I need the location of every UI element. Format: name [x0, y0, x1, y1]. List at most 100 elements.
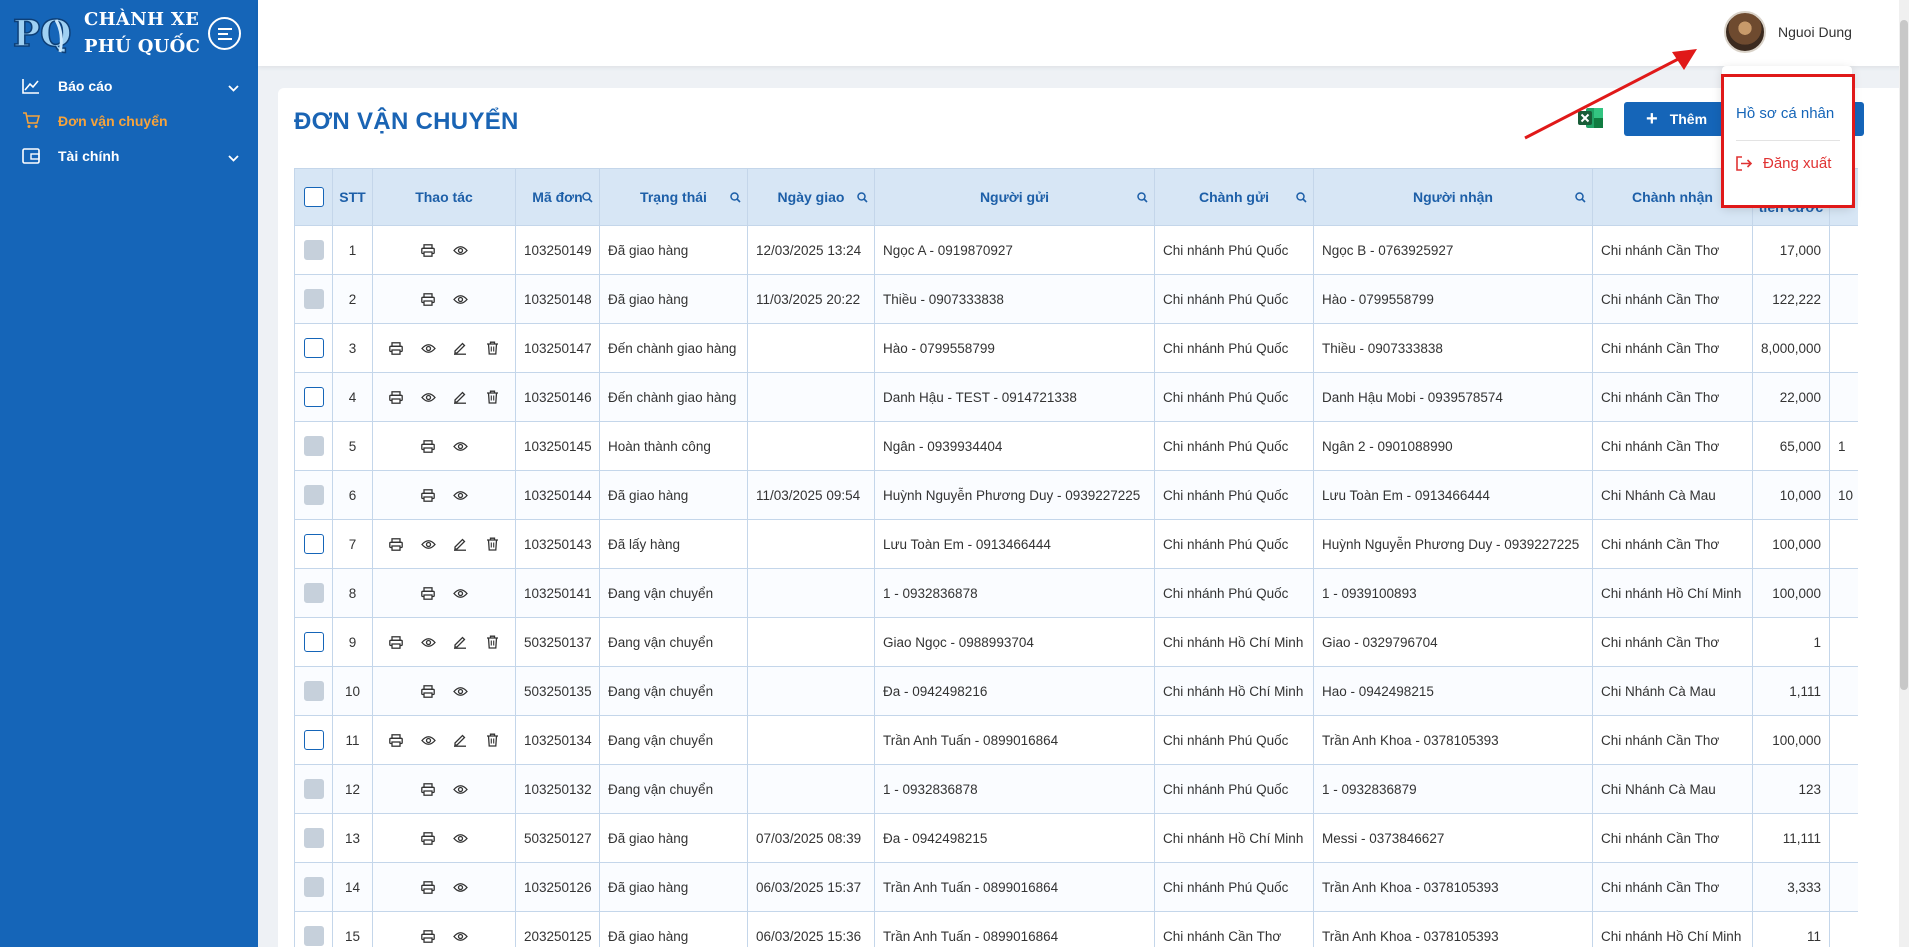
- table-row[interactable]: 13 503250127 Đã giao hàng 07/03/2025 08:39 Đ…: [294, 813, 1858, 863]
- row-checkbox[interactable]: [303, 632, 324, 652]
- view-icon[interactable]: [451, 682, 470, 701]
- sidebar-nav: Báo cáo Đơn vận chuyển Tài chính: [0, 68, 258, 173]
- row-checkbox[interactable]: [303, 240, 324, 260]
- cell-actions: [372, 274, 516, 324]
- edit-icon[interactable]: [451, 633, 470, 652]
- table-row[interactable]: 11 103250134 Đang vận chuyển Trần Anh Tuấn …: [294, 715, 1858, 765]
- delete-icon[interactable]: [483, 535, 502, 554]
- sidebar-item-shipments[interactable]: Đơn vận chuyển: [0, 103, 258, 138]
- row-checkbox[interactable]: [303, 338, 324, 358]
- row-checkbox[interactable]: [303, 681, 324, 701]
- row-checkbox[interactable]: [303, 289, 324, 309]
- col-code[interactable]: Mã đơn: [515, 168, 600, 226]
- print-icon[interactable]: [387, 731, 406, 750]
- view-icon[interactable]: [451, 584, 470, 603]
- search-icon[interactable]: [1137, 190, 1148, 206]
- table-row[interactable]: 6 103250144 Đã giao hàng 11/03/2025 09:54 Hu…: [294, 470, 1858, 520]
- col-sender[interactable]: Người gửi: [874, 168, 1155, 226]
- print-icon[interactable]: [387, 339, 406, 358]
- row-checkbox[interactable]: [303, 779, 324, 799]
- view-icon[interactable]: [419, 731, 438, 750]
- row-checkbox[interactable]: [303, 387, 324, 407]
- print-icon[interactable]: [387, 633, 406, 652]
- table-row[interactable]: 5 103250145 Hoàn thành công Ngân - 09399344…: [294, 421, 1858, 471]
- table-row[interactable]: 10 503250135 Đang vận chuyển Đa - 094249821…: [294, 666, 1858, 716]
- excel-export-icon[interactable]: [1578, 106, 1604, 135]
- view-icon[interactable]: [451, 829, 470, 848]
- search-icon[interactable]: [857, 190, 868, 206]
- user-menu-trigger[interactable]: Nguoi Dung: [1724, 11, 1852, 53]
- search-icon[interactable]: [730, 190, 741, 206]
- edit-icon[interactable]: [451, 731, 470, 750]
- delete-icon[interactable]: [483, 339, 502, 358]
- print-icon[interactable]: [419, 780, 438, 799]
- cell-date: [747, 715, 875, 765]
- delete-icon[interactable]: [483, 388, 502, 407]
- view-icon[interactable]: [419, 633, 438, 652]
- print-icon[interactable]: [419, 290, 438, 309]
- view-icon[interactable]: [451, 878, 470, 897]
- print-icon[interactable]: [387, 388, 406, 407]
- row-checkbox[interactable]: [303, 485, 324, 505]
- cell-extra: [1829, 617, 1858, 667]
- edit-icon[interactable]: [451, 339, 470, 358]
- delete-icon[interactable]: [483, 731, 502, 750]
- sidebar-item-reports[interactable]: Báo cáo: [0, 68, 258, 103]
- cell-fee: 122,222: [1752, 274, 1830, 324]
- table-row[interactable]: 15 203250125 Đã giao hàng 06/03/2025 15:36 T…: [294, 911, 1858, 947]
- table-row[interactable]: 2 103250148 Đã giao hàng 11/03/2025 20:22 Th…: [294, 274, 1858, 324]
- avatar[interactable]: [1724, 11, 1766, 53]
- col-sender-branch[interactable]: Chành gửi: [1154, 168, 1314, 226]
- print-icon[interactable]: [419, 682, 438, 701]
- print-icon[interactable]: [419, 829, 438, 848]
- col-delivery-date[interactable]: Ngày giao: [747, 168, 875, 226]
- edit-icon[interactable]: [451, 535, 470, 554]
- view-icon[interactable]: [451, 927, 470, 946]
- table-row[interactable]: 4 103250146 Đến chành giao hàng Danh Hậu - …: [294, 372, 1858, 422]
- select-all-checkbox[interactable]: [303, 187, 324, 207]
- sidebar-item-finance[interactable]: Tài chính: [0, 138, 258, 173]
- view-icon[interactable]: [419, 388, 438, 407]
- scrollbar-thumb[interactable]: [1900, 20, 1908, 690]
- edit-icon[interactable]: [451, 388, 470, 407]
- row-checkbox[interactable]: [303, 828, 324, 848]
- print-icon[interactable]: [419, 486, 438, 505]
- table-row[interactable]: 9 503250137 Đang vận chuyển Giao Ngọc - 098…: [294, 617, 1858, 667]
- row-checkbox[interactable]: [303, 436, 324, 456]
- row-checkbox[interactable]: [303, 730, 324, 750]
- print-icon[interactable]: [419, 437, 438, 456]
- row-checkbox[interactable]: [303, 926, 324, 946]
- cell-date: [747, 323, 875, 373]
- search-icon[interactable]: [582, 190, 593, 206]
- print-icon[interactable]: [387, 535, 406, 554]
- table-row[interactable]: 14 103250126 Đã giao hàng 06/03/2025 15:37 T…: [294, 862, 1858, 912]
- row-checkbox[interactable]: [303, 534, 324, 554]
- brand-logo[interactable]: PQ: [12, 8, 72, 58]
- view-icon[interactable]: [451, 780, 470, 799]
- search-icon[interactable]: [1296, 190, 1307, 206]
- view-icon[interactable]: [451, 241, 470, 260]
- table-row[interactable]: 8 103250141 Đang vận chuyển 1 - 0932836878 C…: [294, 568, 1858, 618]
- table-row[interactable]: 7 103250143 Đã lấy hàng Lưu Toàn Em - 09134…: [294, 519, 1858, 569]
- table-row[interactable]: 1 103250149 Đã giao hàng 12/03/2025 13:24 Ng…: [294, 225, 1858, 275]
- print-icon[interactable]: [419, 927, 438, 946]
- table-row[interactable]: 12 103250132 Đang vận chuyển 1 - 0932836878…: [294, 764, 1858, 814]
- delete-icon[interactable]: [483, 633, 502, 652]
- view-icon[interactable]: [451, 486, 470, 505]
- view-icon[interactable]: [451, 437, 470, 456]
- cell-sender: Lưu Toàn Em - 0913466444: [874, 519, 1155, 569]
- print-icon[interactable]: [419, 878, 438, 897]
- print-icon[interactable]: [419, 584, 438, 603]
- table-row[interactable]: 3 103250147 Đến chành giao hàng Hào - 07995…: [294, 323, 1858, 373]
- view-icon[interactable]: [419, 535, 438, 554]
- col-receiver[interactable]: Người nhận: [1313, 168, 1593, 226]
- menu-toggle-button[interactable]: [208, 17, 241, 50]
- view-icon[interactable]: [419, 339, 438, 358]
- row-checkbox[interactable]: [303, 583, 324, 603]
- cell-stt: 14: [332, 862, 373, 912]
- search-icon[interactable]: [1575, 190, 1586, 206]
- col-status[interactable]: Trạng thái: [599, 168, 748, 226]
- view-icon[interactable]: [451, 290, 470, 309]
- print-icon[interactable]: [419, 241, 438, 260]
- row-checkbox[interactable]: [303, 877, 324, 897]
